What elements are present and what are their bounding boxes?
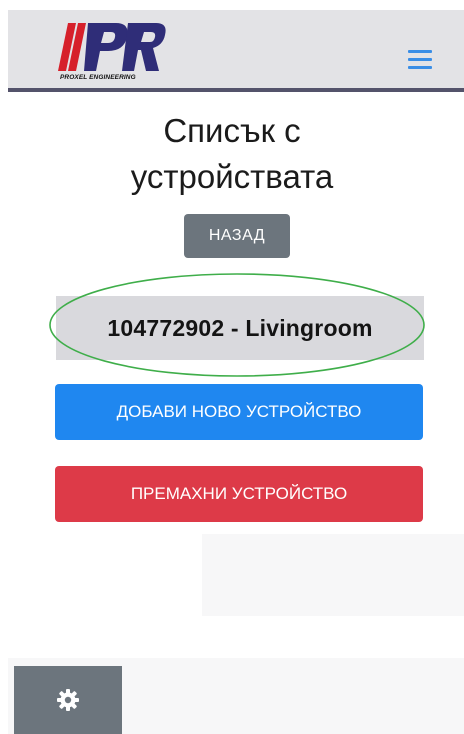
app-header: PROXEL ENGINEERING — [8, 10, 464, 92]
blank-panel — [202, 534, 464, 616]
logo-subtitle: PROXEL ENGINEERING — [60, 74, 136, 81]
add-device-button[interactable]: ДОБАВИ НОВО УСТРОЙСТВО — [55, 384, 423, 440]
logo-mark — [58, 23, 166, 71]
hamburger-menu-icon[interactable] — [408, 50, 432, 70]
back-button[interactable]: НАЗАД — [184, 214, 290, 258]
gear-icon — [57, 689, 79, 711]
proxel-logo: PROXEL ENGINEERING — [54, 21, 166, 85]
device-label: 104772902 - Livingroom — [107, 315, 373, 341]
page-title: Списък с устройствата — [0, 108, 464, 200]
remove-device-button[interactable]: ПРЕМАХНИ УСТРОЙСТВО — [55, 466, 423, 522]
page-title-line2: устройствата — [130, 158, 334, 195]
settings-button[interactable] — [14, 666, 122, 734]
device-list-item[interactable]: 104772902 - Livingroom — [56, 296, 424, 360]
page-title-line1: Списък с — [163, 112, 301, 149]
